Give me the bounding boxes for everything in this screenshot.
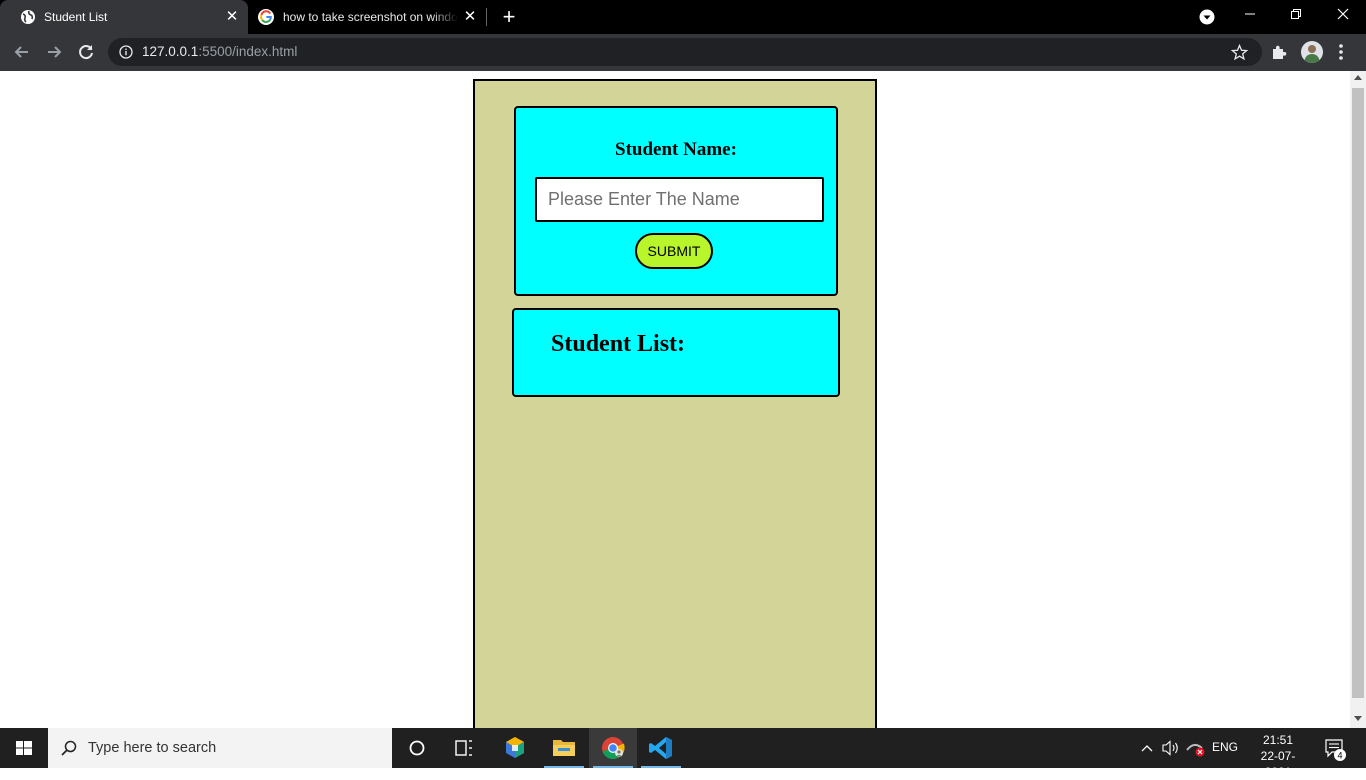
student-form-card: Student Name: SUBMIT	[514, 106, 838, 296]
clock-time: 21:51	[1262, 733, 1294, 747]
scroll-up-arrow-icon[interactable]	[1354, 75, 1362, 80]
student-name-input[interactable]	[535, 177, 824, 222]
task-view-icon	[455, 740, 472, 756]
windows-logo-icon	[16, 741, 32, 755]
reload-icon[interactable]	[75, 41, 97, 63]
info-icon[interactable]	[119, 45, 133, 59]
vertical-scrollbar[interactable]	[1350, 71, 1366, 728]
taskbar-app-cube[interactable]	[491, 728, 539, 768]
student-list-card: Student List:	[512, 308, 840, 397]
minimize-button[interactable]	[1227, 0, 1273, 32]
chevron-up-icon	[1141, 745, 1153, 752]
extensions-puzzle-icon[interactable]	[1270, 43, 1288, 61]
student-list-heading: Student List:	[551, 331, 686, 357]
address-bar[interactable]: 127.0.0.1:5500/index.html	[108, 38, 1262, 66]
new-tab-button[interactable]: +	[500, 6, 518, 28]
start-button[interactable]	[0, 728, 48, 768]
person-icon	[1304, 45, 1320, 63]
vscode-icon	[649, 737, 672, 759]
forward-arrow-icon[interactable]	[43, 41, 65, 63]
network-button[interactable]	[1185, 728, 1207, 768]
back-arrow-icon[interactable]	[11, 41, 33, 63]
taskbar-file-explorer[interactable]	[540, 728, 588, 768]
scrollbar-thumb[interactable]	[1352, 88, 1364, 698]
taskbar-search-box[interactable]: Type here to search	[48, 728, 392, 768]
cortana-button[interactable]	[393, 728, 441, 768]
url-host: 127.0.0.1	[142, 44, 199, 59]
search-placeholder: Type here to search	[88, 740, 217, 756]
folder-icon	[553, 740, 575, 756]
url-text[interactable]: 127.0.0.1:5500/index.html	[142, 44, 297, 60]
tab-title: Student List	[44, 10, 108, 24]
student-name-label: Student Name:	[615, 139, 737, 160]
notification-count: 4	[1337, 751, 1342, 761]
tab-google-search[interactable]: how to take screenshot on windows ✕	[248, 0, 486, 34]
google-icon	[258, 9, 274, 25]
browser-toolbar: 127.0.0.1:5500/index.html	[0, 34, 1366, 71]
windows-taskbar: Type here to search ENG 21:51 22-07-2021…	[0, 728, 1366, 779]
volume-button[interactable]	[1160, 728, 1182, 768]
close-icon	[1337, 8, 1349, 20]
globe-icon	[21, 10, 35, 24]
minimize-icon	[1245, 13, 1255, 15]
tab-title: how to take screenshot on windows	[283, 10, 458, 24]
cube-app-icon	[506, 737, 524, 758]
close-window-button[interactable]	[1320, 0, 1366, 32]
search-icon	[61, 740, 77, 756]
more-menu-icon[interactable]	[1336, 42, 1346, 62]
show-hidden-icons-button[interactable]	[1138, 728, 1156, 768]
language-indicator[interactable]: ENG	[1212, 740, 1238, 754]
url-path: :5500/index.html	[198, 44, 298, 59]
tab-student-list[interactable]: Student List ✕	[0, 0, 248, 34]
scroll-down-arrow-icon[interactable]	[1354, 716, 1362, 721]
restore-icon	[1291, 9, 1301, 19]
tab-divider	[486, 8, 487, 26]
taskbar-chrome[interactable]	[589, 728, 637, 768]
taskbar-vscode[interactable]	[637, 728, 685, 768]
submit-button[interactable]: SUBMIT	[635, 233, 713, 269]
cortana-circle-icon	[409, 740, 425, 756]
clock[interactable]: 21:51 22-07-2021	[1248, 732, 1308, 780]
task-view-button[interactable]	[440, 728, 488, 768]
tab-search-icon[interactable]	[1199, 9, 1215, 25]
network-disconnected-icon	[1186, 744, 1205, 757]
close-tab-icon[interactable]: ✕	[224, 9, 240, 25]
speaker-icon	[1162, 740, 1178, 756]
action-center-button[interactable]: 4	[1318, 728, 1354, 768]
clock-date: 22-07-2021	[1260, 749, 1296, 779]
notification-icon: 4	[1325, 739, 1346, 761]
app-container: Student Name: SUBMIT Student List:	[473, 79, 877, 728]
restore-button[interactable]	[1273, 0, 1319, 32]
chrome-icon	[602, 737, 625, 760]
tab-strip: Student List ✕ how to take screenshot on…	[0, 0, 1366, 34]
page-viewport: Student Name: SUBMIT Student List:	[0, 71, 1350, 728]
profile-avatar[interactable]	[1301, 41, 1323, 63]
bookmark-star-icon[interactable]	[1231, 44, 1248, 61]
close-tab-icon[interactable]: ✕	[462, 9, 478, 25]
